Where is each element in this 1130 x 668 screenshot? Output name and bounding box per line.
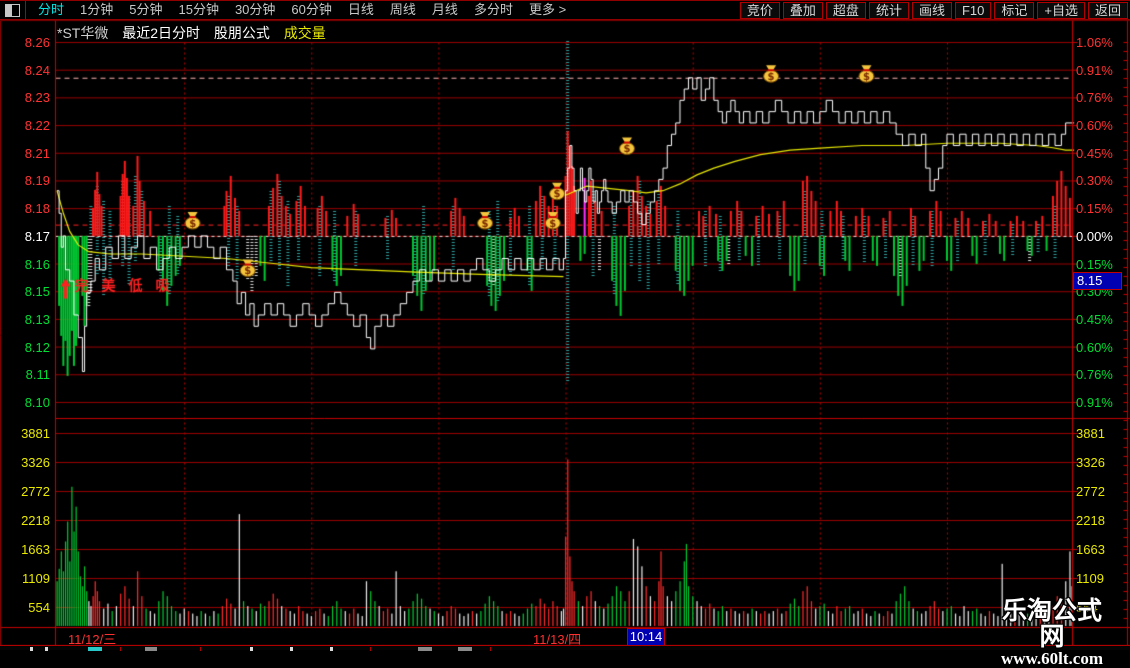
toolbar-fragment [418, 647, 432, 651]
axis-label: 3326 [1076, 455, 1105, 470]
axis-label: 0.91% [1076, 62, 1113, 78]
tab-5[interactable]: 60分钟 [283, 2, 339, 17]
axis-label: 8.16 [24, 256, 50, 272]
tab-4[interactable]: 30分钟 [227, 2, 283, 17]
menu-button-6[interactable]: 标记 [994, 1, 1035, 19]
axis-label: 0.15% [1076, 201, 1113, 217]
axis-label: 1.06% [1076, 35, 1113, 50]
axis-label: 0.76% [1076, 90, 1113, 106]
axis-label: 8.26 [24, 35, 50, 50]
axis-label: 0.15% [1076, 256, 1113, 272]
bottom-toolbar-strip [0, 645, 1130, 651]
axis-label: 8.15 [24, 284, 50, 300]
toolbar-divider [200, 647, 201, 651]
axis-label: 8.13 [24, 311, 50, 327]
toolbar-divider [120, 647, 121, 651]
axis-label: 2772 [21, 484, 50, 499]
axis-label: 8.23 [24, 90, 50, 106]
axis-label: 3881 [21, 426, 50, 441]
axis-label: 0.60% [1076, 118, 1113, 134]
axis-label: 8.10 [24, 394, 50, 410]
window-icon[interactable] [5, 3, 20, 17]
axis-label: 2218 [1076, 513, 1105, 528]
toolbar-fragment [290, 647, 293, 651]
axis-label: 1663 [21, 542, 50, 557]
axis-label: 1109 [1076, 571, 1104, 586]
watermark: 乐淘公式网 www.60lt.com [992, 598, 1112, 668]
menu-button-5[interactable]: F10 [954, 1, 992, 19]
axis-label: 0.45% [1076, 311, 1113, 327]
menu-button-1[interactable]: 叠加 [782, 1, 823, 19]
chart-title: *ST华微 最近2日分时 股朋公式 成交量 [57, 23, 336, 43]
watermark-site-name: 乐淘公式网 [1001, 597, 1102, 651]
tab-9[interactable]: 多分时 [466, 2, 521, 17]
top-menu-bar: 分时 1分钟 5分钟 15分钟 30分钟 60分钟 日线 周线 月线 多分时 更多 > 竞价 叠加 超盘… [0, 0, 1130, 20]
period-tabs-host: 分时 1分钟 5分钟 15分钟 30分钟 60分钟 日线 周线 月线 多分时 更多 > [30, 1, 574, 19]
menu-button-3[interactable]: 统计 [868, 1, 909, 19]
axis-label: 8.18 [24, 201, 50, 217]
tab-10[interactable]: 更多 > [521, 2, 574, 17]
cursor-price-box: 8.15 [1073, 272, 1122, 290]
menu-button-0[interactable]: 竞价 [739, 1, 780, 19]
axis-label: 0.00% [1076, 228, 1113, 244]
menu-button-4[interactable]: 画线 [911, 1, 952, 19]
axis-label: 2772 [1076, 484, 1105, 499]
axis-label: 1109 [22, 571, 50, 586]
tab-3[interactable]: 15分钟 [170, 2, 226, 17]
axis-label: 0.76% [1076, 367, 1113, 383]
tab-6[interactable]: 日线 [340, 2, 382, 17]
menu-button-2[interactable]: 超盘 [825, 1, 866, 19]
axis-label: 3326 [21, 455, 50, 470]
toolbar-divider [490, 647, 491, 651]
tab-1[interactable]: 1分钟 [72, 2, 121, 17]
watermark-url: www.60lt.com [1001, 649, 1103, 668]
toolbar-fragment [330, 647, 333, 651]
toolbar-divider [370, 647, 371, 651]
axis-label: 8.12 [24, 339, 50, 355]
menu-divider [25, 1, 26, 19]
period-tabs: 分时 1分钟 5分钟 15分钟 30分钟 60分钟 日线 周线 月线 多分时 更多 > [0, 1, 574, 19]
stock-name[interactable]: *ST华微 [57, 25, 108, 41]
axis-label: 0.60% [1076, 339, 1113, 355]
axis-label: 554 [28, 600, 50, 615]
tab-0[interactable]: 分时 [30, 2, 72, 17]
toolbar-fragment [45, 647, 48, 651]
toolbar-buttons: 竞价 叠加 超盘 统计 画线 F10 标记 +自选 返回 [737, 1, 1130, 19]
cursor-time-box: 10:14 [627, 628, 665, 646]
axis-label: 8.21 [24, 145, 50, 161]
axis-label: 8.19 [24, 173, 50, 189]
axis-label: 8.11 [25, 367, 50, 383]
formula-label[interactable]: 股朋公式 [214, 25, 270, 41]
axis-label: 8.22 [24, 118, 50, 134]
axis-label: 8.24 [24, 62, 50, 78]
axis-label: 3881 [1076, 426, 1105, 441]
axis-label: 8.17 [24, 228, 50, 244]
axis-label: 0.91% [1076, 394, 1113, 410]
indicator-label[interactable]: 成交量 [284, 25, 326, 41]
toolbar-fragment [145, 647, 157, 651]
menu-button-8[interactable]: 返回 [1087, 1, 1128, 19]
tab-2[interactable]: 5分钟 [121, 2, 170, 17]
axis-label: 0.45% [1076, 145, 1113, 161]
toolbar-fragment [250, 647, 253, 651]
chart-mode-label: 最近2日分时 [122, 25, 201, 41]
toolbar-fragment [30, 647, 33, 651]
toolbar-fragment [458, 647, 472, 651]
tab-7[interactable]: 周线 [382, 2, 424, 17]
tab-8[interactable]: 月线 [424, 2, 466, 17]
axis-label: 2218 [21, 513, 50, 528]
price-volume-chart-canvas[interactable] [0, 0, 1130, 650]
axis-label: 0.30% [1076, 173, 1113, 189]
menu-button-7[interactable]: +自选 [1037, 1, 1085, 19]
toolbar-fragment [88, 647, 102, 651]
axis-label: 1663 [1076, 542, 1105, 557]
